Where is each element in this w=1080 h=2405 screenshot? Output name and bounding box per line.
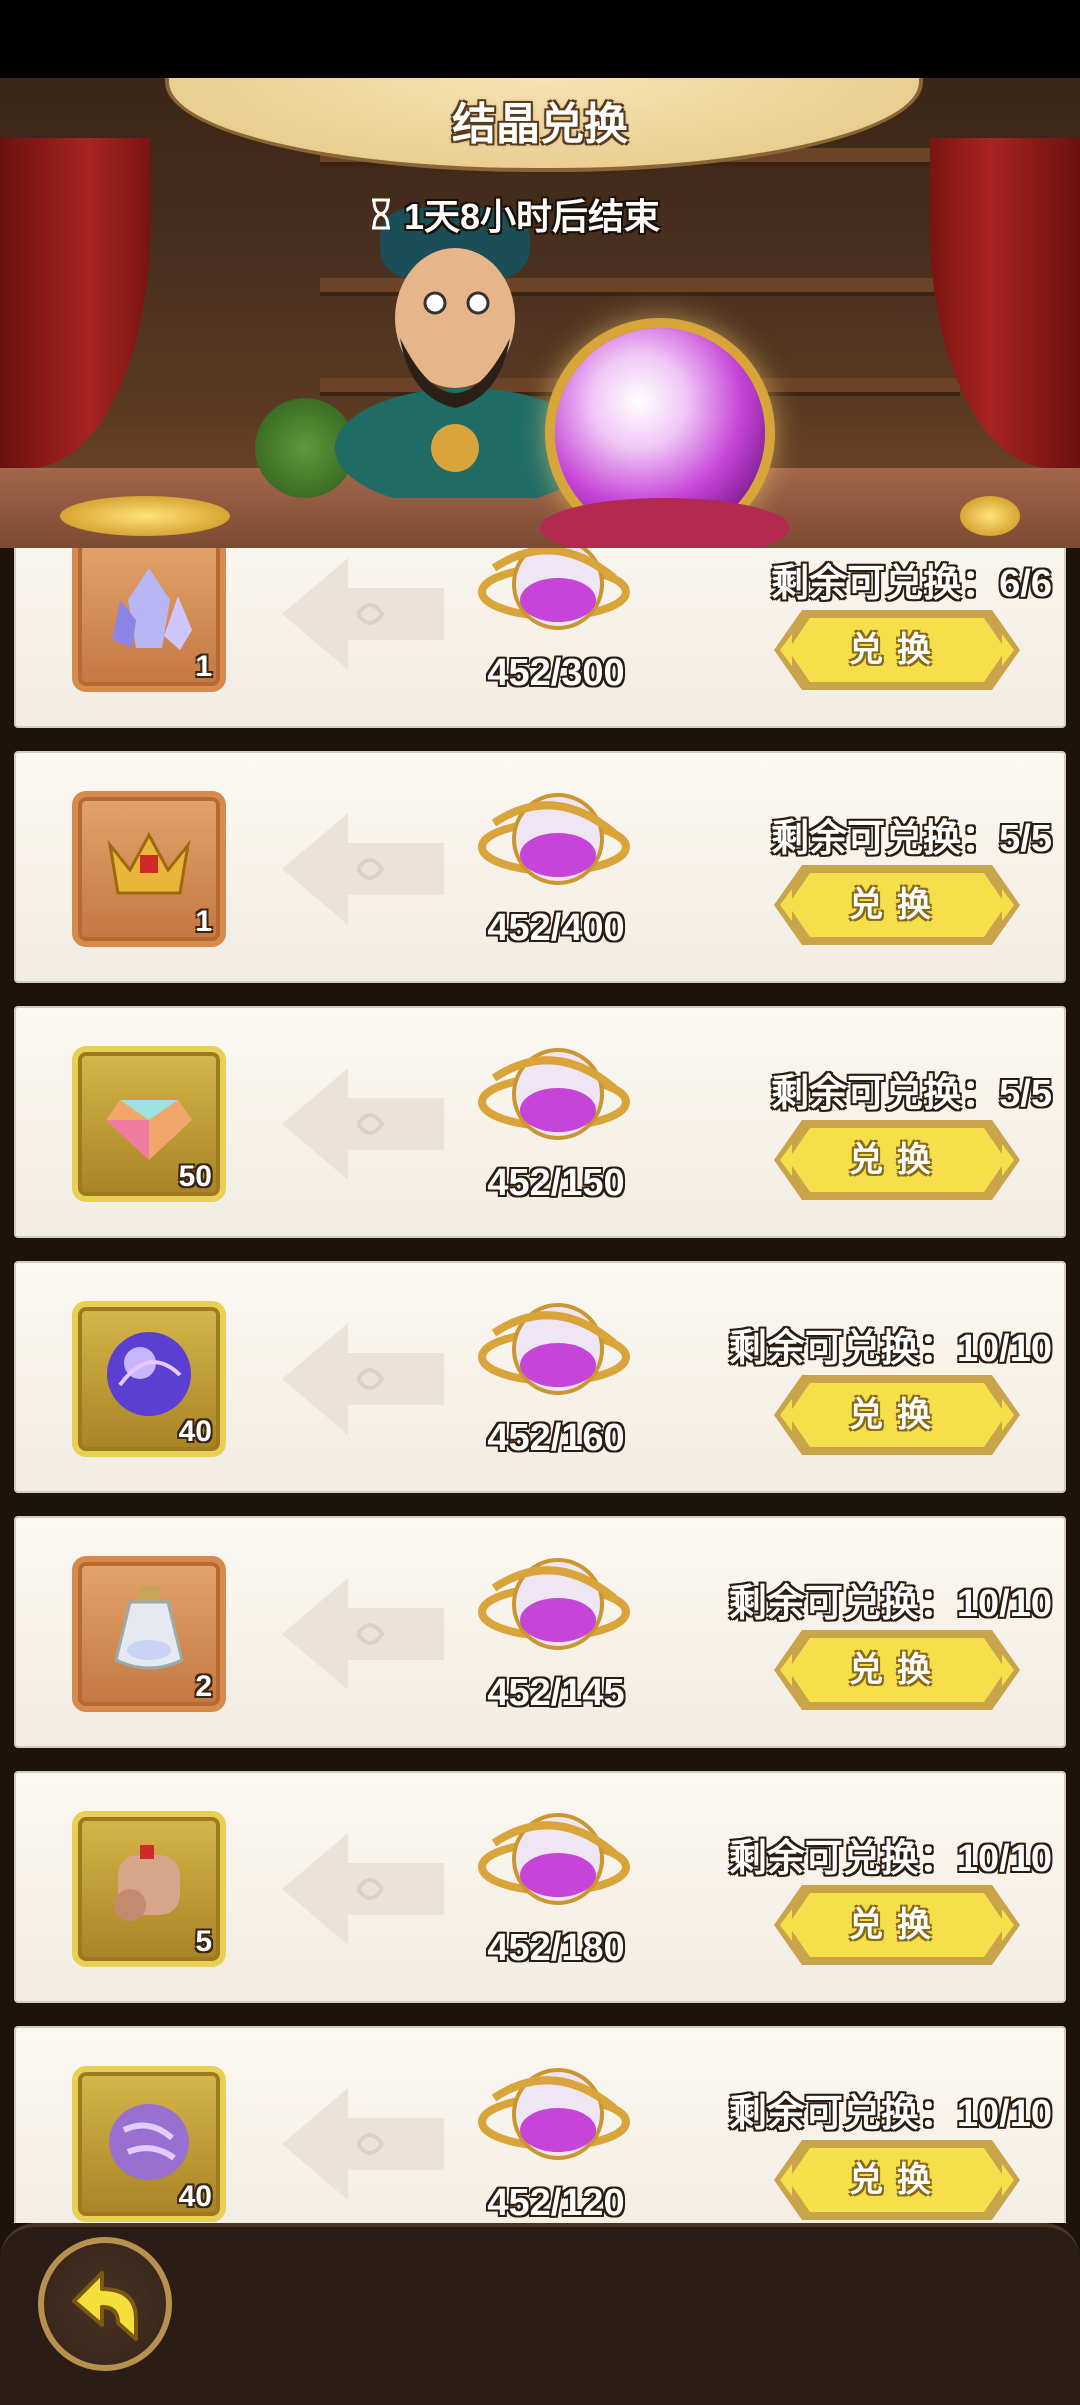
remaining-count: 6/6	[999, 563, 1052, 605]
crystal-cost: 452/145	[487, 1672, 625, 1714]
exchange-row: 40 452/160 剩余可兑换：10/10 兑换	[14, 1261, 1066, 1493]
crystal-orb-currency-icon	[478, 1813, 630, 1905]
exchange-button[interactable]: 兑换	[762, 602, 1032, 698]
reward-quantity: 5	[195, 1925, 212, 1958]
crystal-cost: 452/400	[487, 907, 625, 949]
remaining-prefix: 剩余可兑换：	[771, 1073, 1000, 1115]
exchange-row: 2 452/145 剩余可兑换：10/10 兑换	[14, 1516, 1066, 1748]
crystal-orb-currency-icon	[478, 1303, 630, 1395]
crystal-cost: 452/160	[487, 1417, 625, 1459]
curtain-left	[0, 138, 150, 468]
crystal-orb-currency-icon	[478, 2068, 630, 2160]
exchange-button-label: 兑换	[849, 886, 945, 924]
reward-quantity: 1	[195, 650, 212, 683]
reward-quantity: 1	[195, 905, 212, 938]
exchange-button[interactable]: 兑换	[762, 1112, 1032, 1208]
crystal-cost: 452/150	[487, 1162, 625, 1204]
reward-item-slot[interactable]: 50	[72, 1046, 226, 1202]
remaining-exchanges: 剩余可兑换：5/5	[771, 1062, 1052, 1117]
remaining-prefix: 剩余可兑换：	[771, 563, 1000, 605]
reward-item-slot[interactable]: 1	[72, 791, 226, 947]
exchange-button-label: 兑换	[849, 1906, 945, 1944]
crystal-cost: 452/300	[487, 652, 625, 694]
reward-item-slot[interactable]: 5	[72, 1811, 226, 1967]
remaining-prefix: 剩余可兑换：	[728, 1583, 957, 1625]
crystal-orb-currency-icon	[478, 548, 630, 630]
reward-item-slot[interactable]: 40	[72, 1301, 226, 1457]
exchange-row: 5 452/180 剩余可兑换：10/10 兑换	[14, 1771, 1066, 2003]
reward-item-slot[interactable]: 40	[72, 2066, 226, 2222]
shop-banner: 结晶兑换 1天8小时后结束	[0, 78, 1080, 548]
exchange-button[interactable]: 兑换	[762, 857, 1032, 953]
remaining-exchanges: 剩余可兑换：5/5	[771, 807, 1052, 862]
curtain-right	[930, 138, 1080, 468]
potion-bottle-icon	[114, 1586, 184, 1670]
golden-headpiece-icon	[107, 831, 191, 895]
reward-quantity: 40	[178, 2180, 212, 2213]
remaining-count: 5/5	[999, 818, 1052, 860]
exchange-button-label: 兑换	[849, 1396, 945, 1434]
exchange-row: 50 452/150 剩余可兑换：5/5 兑换	[14, 1006, 1066, 1238]
exchange-arrow-icon	[282, 1833, 444, 1945]
exchange-button-label: 兑换	[849, 631, 945, 669]
remaining-count: 10/10	[956, 1838, 1052, 1880]
remaining-exchanges: 剩余可兑换：10/10	[729, 2082, 1052, 2137]
exchange-arrow-icon	[282, 1068, 444, 1180]
hourglass-icon	[372, 198, 390, 230]
remaining-count: 10/10	[956, 1328, 1052, 1370]
exchange-button[interactable]: 兑换	[762, 1877, 1032, 1973]
exchange-arrow-icon	[282, 558, 444, 670]
crystal-orb-currency-icon	[478, 793, 630, 885]
exchange-row: 1 452/300 剩余可兑换：6/6 兑换	[14, 548, 1066, 728]
exchange-button[interactable]: 兑换	[762, 1622, 1032, 1718]
exchange-button[interactable]: 兑换	[762, 2132, 1032, 2223]
back-arrow-icon	[72, 2271, 138, 2341]
page-title: 结晶兑换	[452, 100, 628, 149]
remaining-exchanges: 剩余可兑换：10/10	[729, 1572, 1052, 1627]
countdown-timer: 1天8小时后结束	[370, 188, 660, 240]
reward-item-slot[interactable]: 2	[72, 1556, 226, 1712]
remaining-exchanges: 剩余可兑换：10/10	[729, 1317, 1052, 1372]
back-button[interactable]	[38, 2237, 172, 2371]
remaining-prefix: 剩余可兑换：	[728, 2093, 957, 2135]
remaining-count: 5/5	[999, 1073, 1052, 1115]
reward-quantity: 2	[195, 1670, 212, 1703]
remaining-count: 10/10	[956, 2093, 1052, 2135]
crystal-cost: 452/120	[487, 2182, 625, 2223]
exchange-button-label: 兑换	[849, 1141, 945, 1179]
remaining-count: 10/10	[956, 1583, 1052, 1625]
reward-quantity: 40	[178, 1415, 212, 1448]
exchange-list[interactable]: 1 452/300 剩余可兑换：6/6 兑换 1 452/400 剩余可兑换：5…	[14, 548, 1066, 2223]
remaining-prefix: 剩余可兑换：	[771, 818, 1000, 860]
exchange-arrow-icon	[282, 1323, 444, 1435]
purple-stone-icon	[109, 2104, 189, 2180]
scroll-icon	[114, 1845, 180, 1921]
status-bar	[0, 0, 1080, 78]
reward-quantity: 50	[178, 1160, 212, 1193]
energy-orb-icon	[107, 1332, 191, 1416]
rainbow-diamond-icon	[106, 1100, 192, 1160]
crystal-orb-currency-icon	[478, 1048, 630, 1140]
remaining-exchanges: 剩余可兑换：6/6	[771, 552, 1052, 607]
crystal-cluster-icon	[112, 568, 192, 650]
exchange-button-label: 兑换	[849, 2161, 945, 2199]
gold-coins	[960, 496, 1020, 536]
remaining-prefix: 剩余可兑换：	[728, 1328, 957, 1370]
remaining-exchanges: 剩余可兑换：10/10	[729, 1827, 1052, 1882]
crystal-cost: 452/180	[487, 1927, 625, 1969]
exchange-arrow-icon	[282, 813, 444, 925]
exchange-button-label: 兑换	[849, 1651, 945, 1689]
exchange-arrow-icon	[282, 2088, 444, 2200]
exchange-row: 40 452/120 剩余可兑换：10/10 兑换	[14, 2026, 1066, 2223]
timer-text: 1天8小时后结束	[404, 196, 661, 237]
reward-item-slot[interactable]: 1	[72, 548, 226, 692]
remaining-prefix: 剩余可兑换：	[728, 1838, 957, 1880]
exchange-button[interactable]: 兑换	[762, 1367, 1032, 1463]
exchange-row: 1 452/400 剩余可兑换：5/5 兑换	[14, 751, 1066, 983]
crystal-orb-currency-icon	[478, 1558, 630, 1650]
gold-coins	[60, 496, 230, 536]
exchange-arrow-icon	[282, 1578, 444, 1690]
